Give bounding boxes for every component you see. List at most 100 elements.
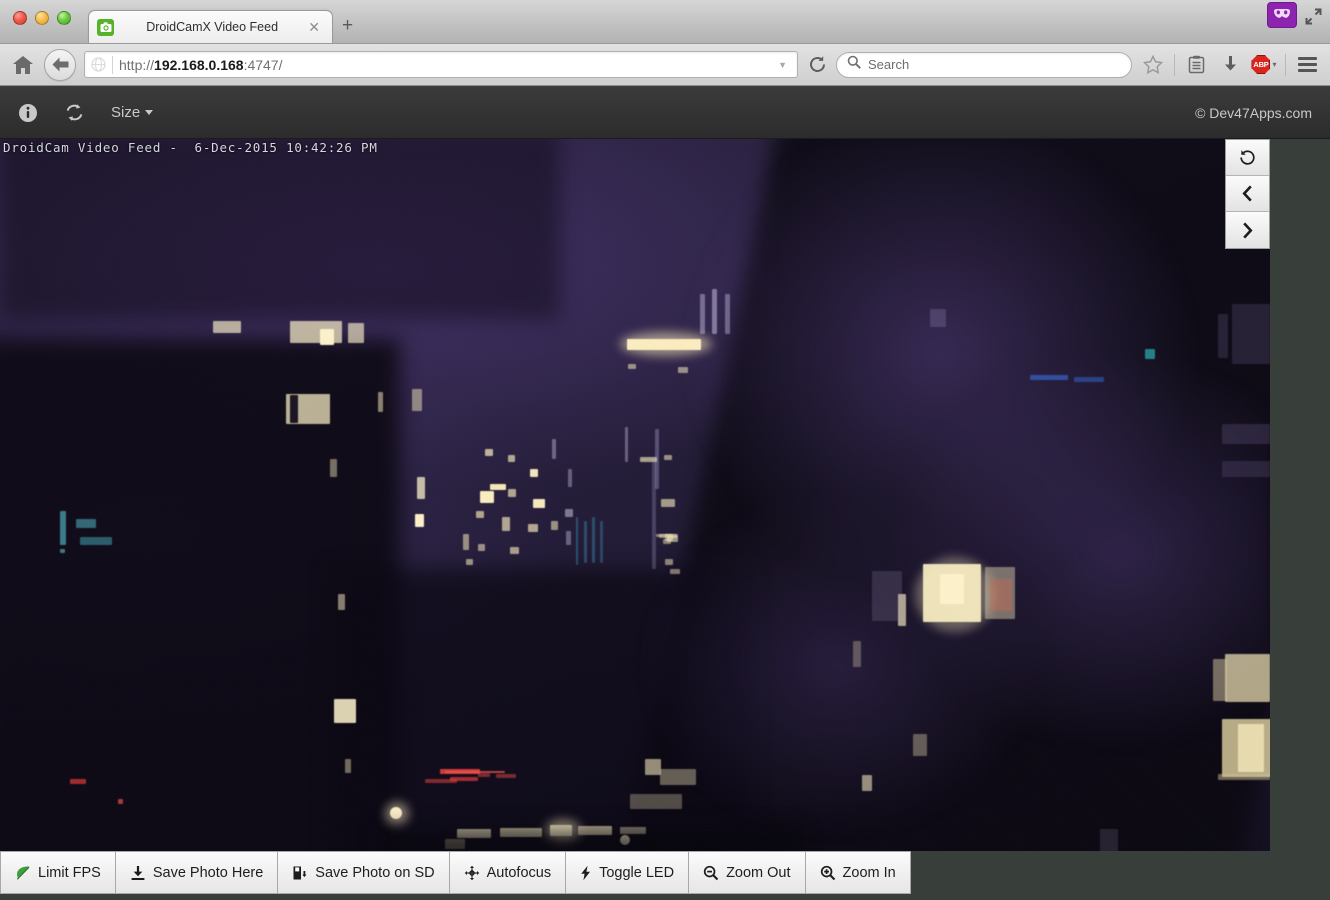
window-light (872, 571, 902, 621)
window-light (576, 517, 578, 565)
window-light (463, 534, 469, 550)
video-feed-timestamp: DroidCam Video Feed - 6-Dec-2015 10:42:2… (3, 140, 378, 155)
window-light (628, 364, 636, 369)
window-light (417, 477, 425, 499)
minimize-window-button[interactable] (35, 11, 49, 25)
zoom-in-label: Zoom In (843, 865, 896, 881)
toolbar-divider (1174, 54, 1175, 76)
zoom-out-button[interactable]: Zoom Out (689, 851, 805, 894)
save-photo-on-sd-label: Save Photo on SD (315, 865, 434, 881)
fullscreen-icon[interactable] (1305, 8, 1322, 25)
window-light (566, 531, 571, 545)
save-photo-here-button[interactable]: Save Photo Here (116, 851, 278, 894)
window-light (490, 484, 506, 490)
video-side-controls (1225, 139, 1270, 249)
video-feed[interactable]: DroidCam Video Feed - 6-Dec-2015 10:42:2… (0, 139, 1270, 851)
window-light (660, 769, 696, 785)
new-tab-button[interactable]: + (336, 14, 359, 37)
zoom-window-button[interactable] (57, 11, 71, 25)
window-light (80, 537, 112, 545)
prev-button[interactable] (1226, 176, 1269, 212)
hamburger-menu-icon[interactable] (1294, 52, 1320, 78)
purple-haze-overlay (0, 139, 1270, 851)
close-window-button[interactable] (13, 11, 27, 25)
download-icon (130, 865, 146, 881)
save-photo-on-sd-button[interactable]: Save Photo on SD (278, 851, 449, 894)
light-glow (620, 332, 712, 356)
window-light (645, 759, 661, 775)
reload-icon[interactable] (806, 54, 828, 76)
window-light (478, 773, 490, 777)
search-input[interactable]: Search (868, 57, 909, 72)
window-light (600, 521, 603, 563)
browser-tab[interactable]: DroidCamX Video Feed ✕ (88, 10, 333, 43)
window-light (551, 521, 558, 530)
search-bar[interactable]: Search (836, 52, 1132, 78)
window-light (862, 775, 872, 791)
window-light (1074, 377, 1104, 382)
window-light (508, 455, 515, 462)
next-button[interactable] (1226, 212, 1269, 248)
window-light (584, 521, 587, 563)
tab-title: DroidCamX Video Feed (120, 20, 304, 34)
size-dropdown-label: Size (111, 104, 140, 121)
toggle-led-button[interactable]: Toggle LED (566, 851, 689, 894)
globe-icon (91, 57, 106, 72)
window-light (1145, 349, 1155, 359)
rotate-button[interactable] (1226, 140, 1269, 176)
limit-fps-label: Limit FPS (38, 865, 101, 881)
mask-icon (1273, 6, 1291, 24)
window-light (290, 321, 342, 343)
window-light (725, 294, 730, 334)
caret-down-icon (145, 110, 153, 115)
window-light (378, 392, 383, 412)
droidcam-controls-bar: Limit FPS Save Photo Here Save Photo on … (0, 851, 920, 894)
url-scheme: http:// (119, 57, 154, 73)
url-rest: :4747/ (244, 57, 283, 73)
back-arrow-icon[interactable] (44, 49, 76, 81)
abp-caret-icon[interactable]: ▾ (1272, 60, 1276, 69)
window-light (330, 459, 337, 477)
light-glow (385, 802, 409, 826)
window-light (478, 544, 485, 551)
clipboard-icon[interactable] (1183, 52, 1209, 78)
window-light (712, 289, 717, 334)
window-light (1218, 314, 1228, 358)
window-light (1218, 774, 1270, 780)
video-frame (0, 139, 1270, 851)
window-light (568, 469, 572, 487)
window-light (565, 509, 573, 517)
window-light (1222, 424, 1270, 444)
tab-strip: DroidCamX Video Feed ✕ + (0, 0, 1330, 44)
star-icon[interactable] (1140, 52, 1166, 78)
window-light (1232, 304, 1270, 364)
address-bar[interactable]: http://192.168.0.168:4747/ ▼ (84, 51, 798, 78)
info-icon[interactable] (18, 103, 38, 123)
window-light (990, 579, 1012, 611)
window-light (425, 779, 457, 783)
window-light (533, 499, 545, 508)
zoom-in-button[interactable]: Zoom In (806, 851, 911, 894)
autofocus-button[interactable]: Autofocus (450, 851, 567, 894)
window-light (1222, 461, 1270, 477)
window-light (290, 395, 298, 423)
download-arrow-icon[interactable] (1217, 52, 1243, 78)
chevron-down-icon[interactable]: ▼ (774, 60, 791, 70)
limit-fps-button[interactable]: Limit FPS (0, 851, 116, 894)
private-browsing-badge[interactable] (1267, 2, 1297, 28)
roof-shadow (380, 829, 800, 851)
home-icon[interactable] (10, 52, 36, 78)
refresh-icon[interactable] (64, 102, 85, 123)
window-light (678, 367, 688, 373)
adblock-plus-button[interactable]: ABP ▾ (1251, 52, 1277, 78)
window-light (652, 459, 656, 569)
window-light (412, 389, 422, 411)
camera-icon (97, 19, 114, 36)
window-light (445, 771, 505, 773)
size-dropdown[interactable]: Size (111, 104, 153, 121)
browser-window: DroidCamX Video Feed ✕ + http://192. (0, 0, 1330, 900)
lightning-bolt-icon (580, 865, 592, 881)
window-light (592, 517, 595, 563)
close-tab-button[interactable]: ✕ (304, 20, 324, 34)
window-light (502, 517, 510, 531)
